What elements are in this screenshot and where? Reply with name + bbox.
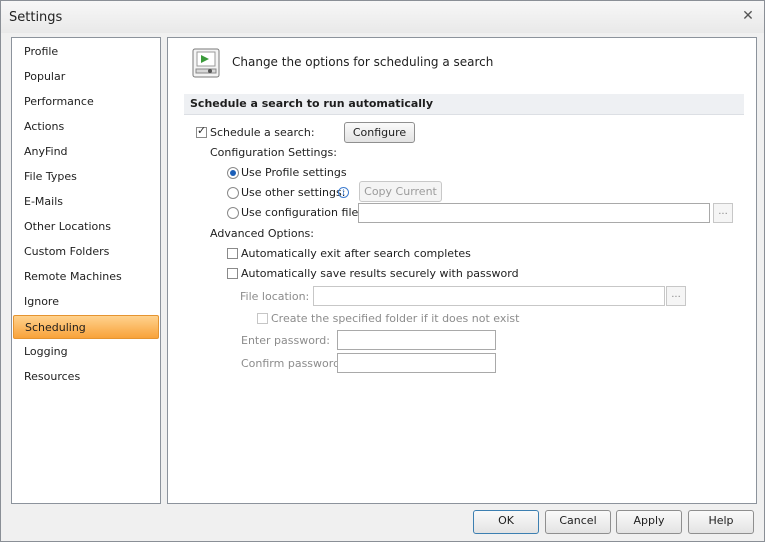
title-bar[interactable]: Settings ✕	[1, 1, 764, 33]
config-file-browse-button[interactable]: ...	[713, 203, 733, 223]
close-icon[interactable]: ✕	[740, 8, 756, 24]
config-file-input[interactable]	[358, 203, 710, 223]
create-folder-label: Create the specified folder if it does n…	[271, 312, 520, 325]
confirm-password-input[interactable]	[337, 353, 496, 373]
sidebar-item-actions[interactable]: Actions	[13, 115, 159, 139]
sidebar-item-profile[interactable]: Profile	[13, 40, 159, 64]
file-location-browse-button[interactable]: ...	[666, 286, 686, 306]
schedule-search-checkbox[interactable]	[196, 124, 207, 138]
file-location-input[interactable]	[313, 286, 665, 306]
use-other-radio[interactable]	[227, 187, 239, 199]
sidebar-item-performance[interactable]: Performance	[13, 90, 159, 114]
page-title: Change the options for scheduling a sear…	[232, 55, 494, 69]
use-profile-radio[interactable]	[227, 167, 239, 179]
sidebar-item-anyfind[interactable]: AnyFind	[13, 140, 159, 164]
section-header: Schedule a search to run automatically	[184, 94, 744, 115]
use-other-label: Use other settings:	[241, 186, 346, 199]
use-config-file-radio[interactable]	[227, 207, 239, 219]
sidebar-item-custom-folders[interactable]: Custom Folders	[13, 240, 159, 264]
settings-nav: Profile Popular Performance Actions AnyF…	[11, 37, 161, 504]
sidebar-item-emails[interactable]: E-Mails	[13, 190, 159, 214]
advanced-options-heading: Advanced Options:	[210, 227, 314, 240]
section-title: Schedule a search to run automatically	[190, 97, 433, 110]
settings-window: Settings ✕ Profile Popular Performance A…	[0, 0, 765, 542]
content-panel: Change the options for scheduling a sear…	[167, 37, 757, 504]
file-location-label: File location:	[240, 290, 310, 303]
auto-save-label: Automatically save results securely with…	[241, 267, 519, 280]
apply-button[interactable]: Apply	[616, 510, 682, 534]
confirm-password-label: Confirm password:	[241, 357, 344, 370]
ok-button[interactable]: OK	[473, 510, 539, 534]
window-title: Settings	[9, 10, 63, 25]
cancel-button[interactable]: Cancel	[545, 510, 611, 534]
auto-exit-label: Automatically exit after search complete…	[241, 247, 471, 260]
info-icon[interactable]: i	[338, 187, 349, 198]
sidebar-item-ignore[interactable]: Ignore	[13, 290, 159, 314]
sidebar-item-logging[interactable]: Logging	[13, 340, 159, 364]
sidebar-item-resources[interactable]: Resources	[13, 365, 159, 389]
sidebar-item-popular[interactable]: Popular	[13, 65, 159, 89]
sidebar-item-other-locations[interactable]: Other Locations	[13, 215, 159, 239]
sidebar-item-file-types[interactable]: File Types	[13, 165, 159, 189]
sidebar-item-remote-machines[interactable]: Remote Machines	[13, 265, 159, 289]
use-config-file-label: Use configuration file:	[241, 206, 362, 219]
auto-exit-checkbox[interactable]	[227, 248, 238, 259]
enter-password-label: Enter password:	[241, 334, 330, 347]
use-profile-label: Use Profile settings	[241, 166, 347, 179]
help-button[interactable]: Help	[688, 510, 754, 534]
configure-button[interactable]: Configure	[344, 122, 415, 143]
create-folder-checkbox[interactable]	[257, 313, 268, 324]
schedule-search-label: Schedule a search:	[210, 126, 315, 139]
scheduling-icon	[192, 48, 220, 78]
configuration-settings-heading: Configuration Settings:	[210, 146, 337, 159]
auto-save-checkbox[interactable]	[227, 268, 238, 279]
copy-current-button[interactable]: Copy Current	[359, 181, 442, 202]
sidebar-item-scheduling[interactable]: Scheduling	[13, 315, 159, 339]
enter-password-input[interactable]	[337, 330, 496, 350]
